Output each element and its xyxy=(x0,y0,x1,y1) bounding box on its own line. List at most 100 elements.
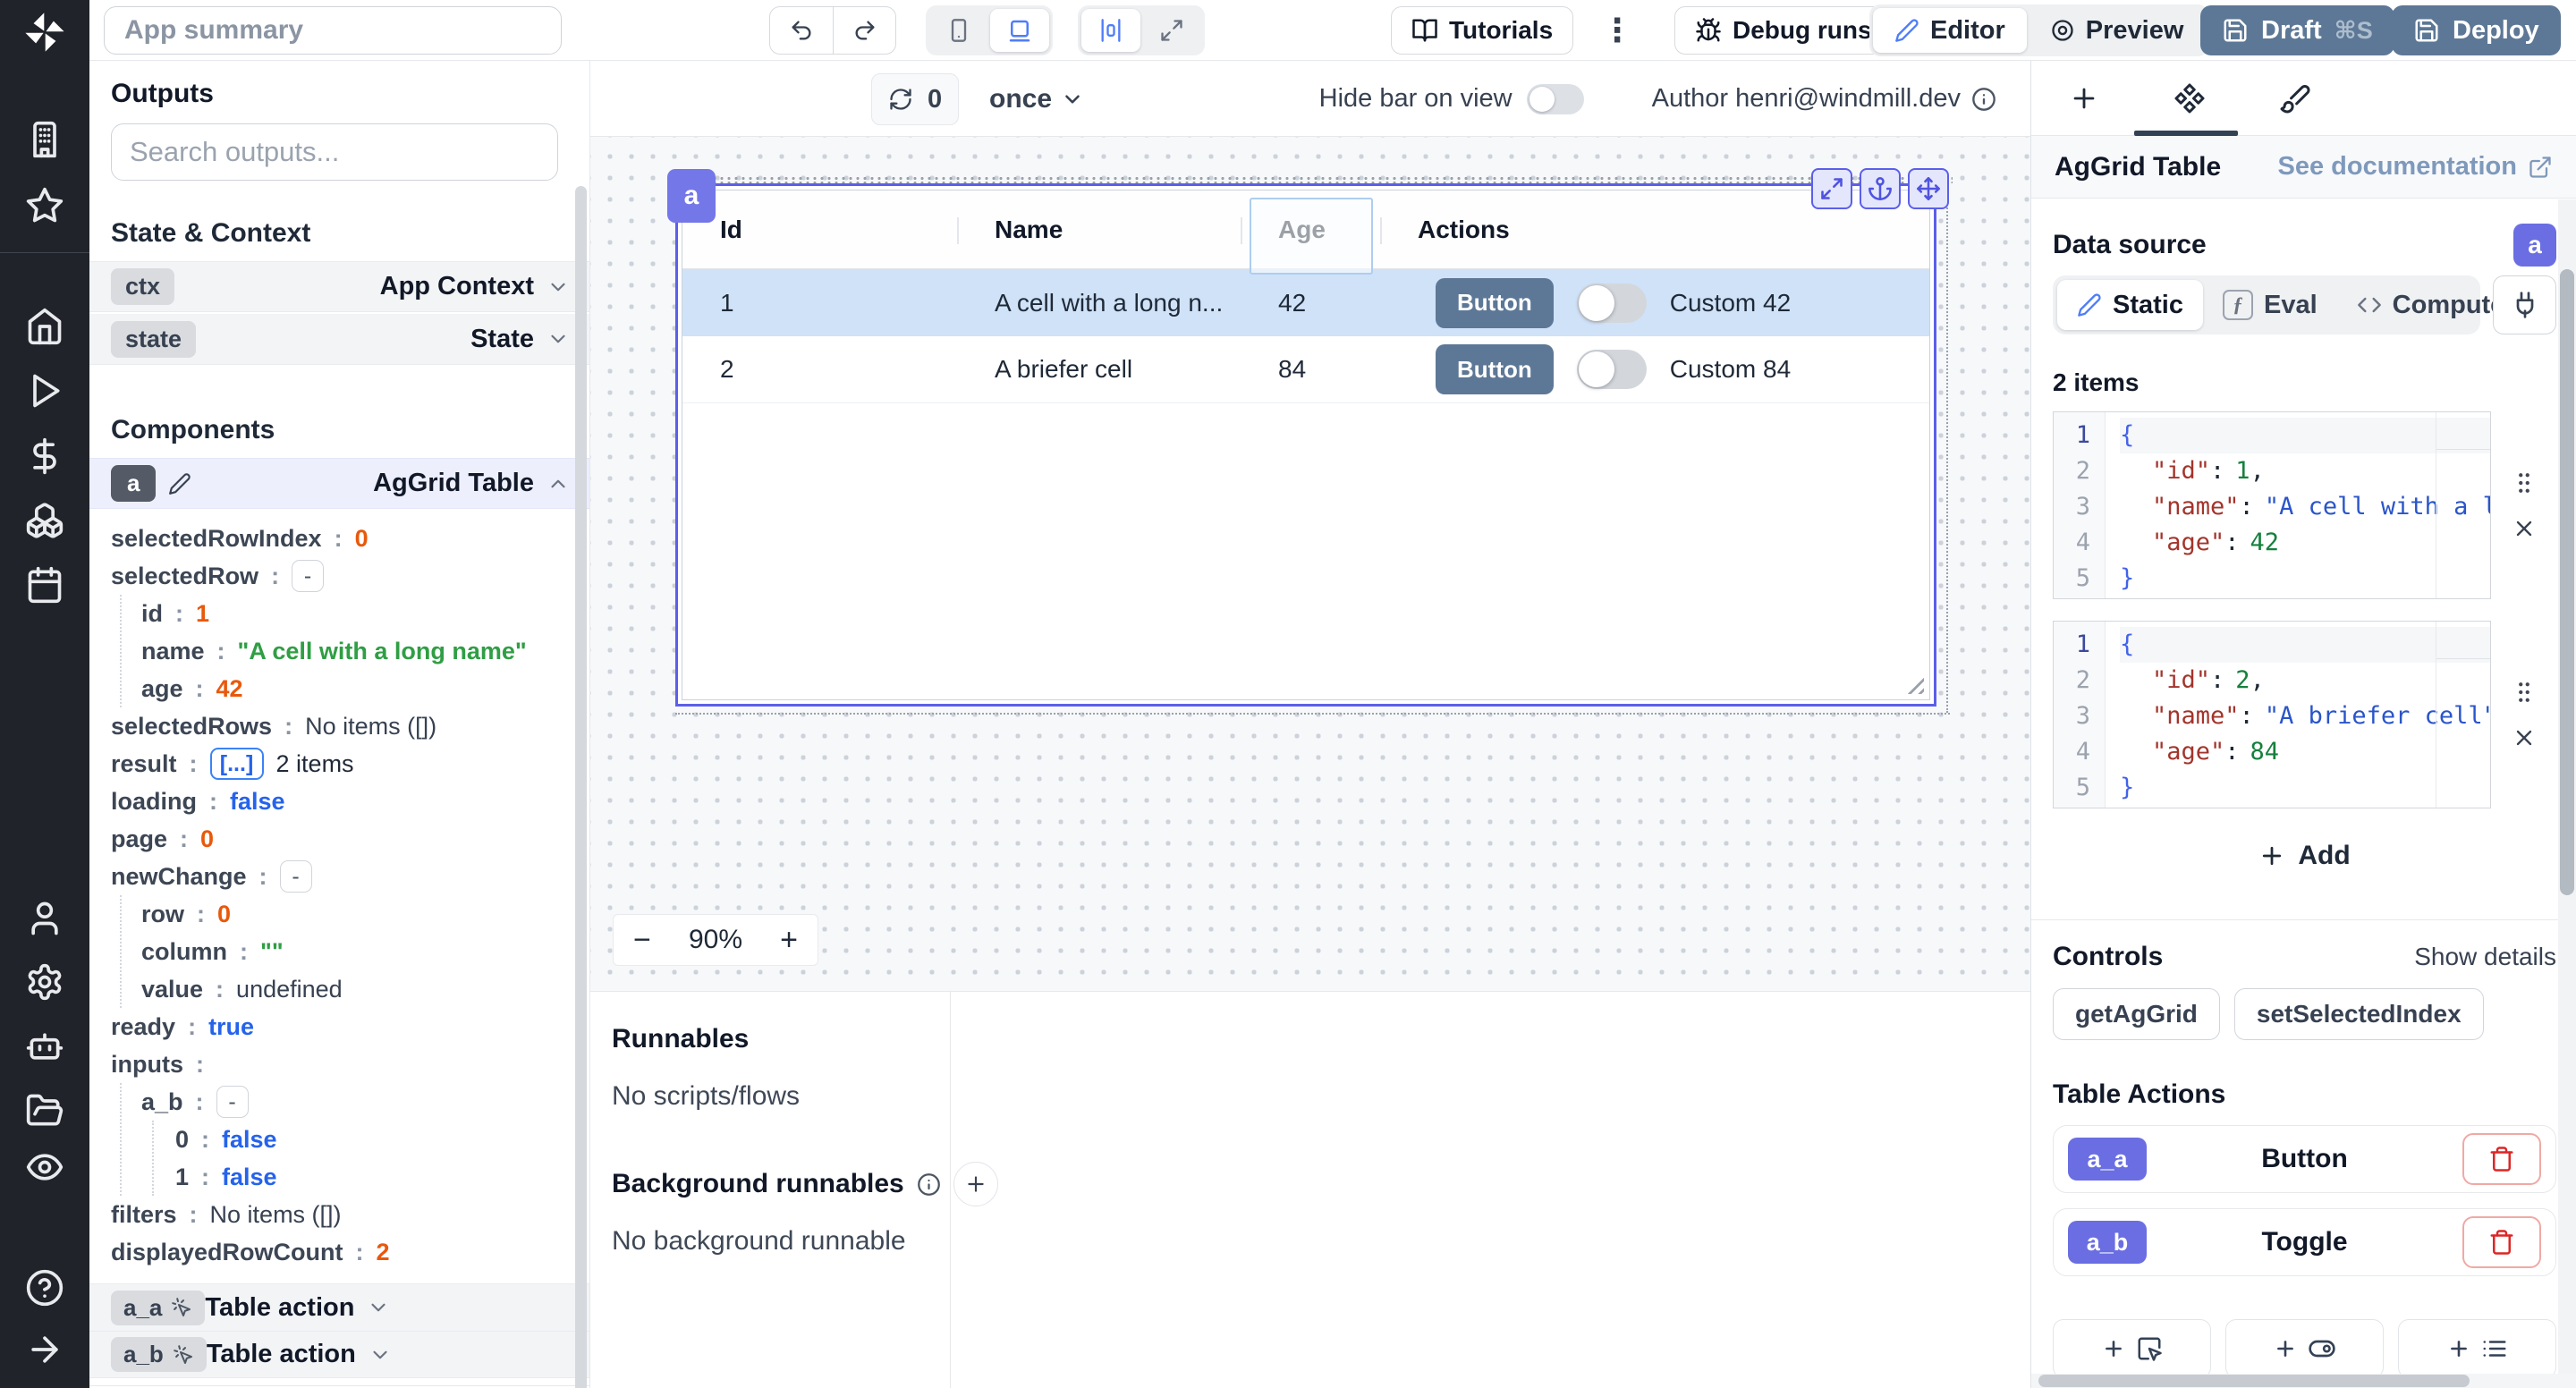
scrollbar-thumb[interactable] xyxy=(2560,269,2574,895)
audit-eye-icon[interactable] xyxy=(25,1147,64,1187)
prop-row[interactable]: newChange:- xyxy=(111,858,589,895)
mode-eval[interactable]: ƒ Eval xyxy=(2203,280,2337,330)
delete-action-button[interactable] xyxy=(2462,1216,2541,1268)
control-setselectedindex-button[interactable]: setSelectedIndex xyxy=(2234,988,2484,1040)
home-icon[interactable] xyxy=(25,307,64,346)
tab-component-settings[interactable] xyxy=(2137,61,2242,135)
zoom-out-button[interactable]: − xyxy=(633,925,651,955)
rename-pencil-icon[interactable] xyxy=(168,472,191,495)
prop-row[interactable]: selectedRows:No items ([]) xyxy=(111,707,589,745)
row-action-toggle[interactable] xyxy=(1577,284,1647,323)
table-row[interactable]: 2 A briefer cell 84 Button Custom 84 xyxy=(682,336,1929,403)
prop-row[interactable]: loading:false xyxy=(111,783,589,820)
json-editor-2[interactable]: 12345 { "id":2, "name":"A briefer cell",… xyxy=(2053,621,2491,808)
scrollbar-thumb[interactable] xyxy=(2038,1375,2470,1387)
add-button-action[interactable] xyxy=(2053,1319,2211,1378)
variables-dollar-icon[interactable] xyxy=(25,436,64,476)
prop-row[interactable]: page:0 xyxy=(111,820,589,858)
hide-bar-toggle[interactable] xyxy=(1527,84,1584,114)
prop-row[interactable]: selectedRowIndex:0 xyxy=(111,520,589,557)
column-header-id[interactable]: Id xyxy=(682,190,957,268)
prop-row[interactable]: value:undefined xyxy=(141,970,589,1008)
inspector-vertical-scrollbar[interactable] xyxy=(2558,199,2576,1374)
mode-static[interactable]: Static xyxy=(2057,280,2203,330)
prop-row[interactable]: id:1 xyxy=(141,595,589,632)
mobile-view-button[interactable] xyxy=(929,9,988,52)
tab-styling[interactable] xyxy=(2242,61,2348,135)
zoom-in-button[interactable]: + xyxy=(780,925,798,955)
prop-row[interactable]: inputs: xyxy=(111,1045,589,1083)
editor-content[interactable]: { "id":1, "name":"A cell with a long "ag… xyxy=(2106,412,2490,598)
json-editor-1[interactable]: 12345 { "id":1, "name":"A cell with a lo… xyxy=(2053,411,2491,599)
redo-button[interactable] xyxy=(833,7,895,54)
prop-row[interactable]: age:42 xyxy=(141,670,589,707)
remove-item-x-icon[interactable] xyxy=(2512,725,2537,750)
resources-boxes-icon[interactable] xyxy=(25,501,64,540)
workers-robot-icon[interactable] xyxy=(25,1027,64,1066)
collapse-box[interactable]: - xyxy=(292,560,324,592)
show-details-link[interactable]: Show details xyxy=(2414,943,2556,971)
info-icon[interactable] xyxy=(1971,87,1996,112)
row-action-toggle[interactable] xyxy=(1577,350,1647,389)
outputs-scrollbar[interactable] xyxy=(575,186,587,1388)
add-background-runnable-button[interactable] xyxy=(953,1162,998,1206)
workspace-icon[interactable] xyxy=(25,120,64,159)
app-summary-input[interactable] xyxy=(104,6,562,55)
user-icon[interactable] xyxy=(25,899,64,938)
remove-item-x-icon[interactable] xyxy=(2512,516,2537,541)
component-move-button[interactable] xyxy=(1908,168,1949,209)
drag-handle-icon[interactable] xyxy=(2511,679,2538,706)
column-header-name[interactable]: Name xyxy=(957,190,1241,268)
table-action-card-a_a[interactable]: a_a Button xyxy=(2053,1125,2556,1193)
delete-action-button[interactable] xyxy=(2462,1133,2541,1185)
runs-play-icon[interactable] xyxy=(25,371,64,410)
prop-row[interactable]: result:[...]2 items xyxy=(111,745,589,783)
app-canvas[interactable]: a Id Name Age Actions 1 A cell with a lo… xyxy=(590,137,2030,991)
row-action-button[interactable]: Button xyxy=(1436,344,1554,394)
table-row-selected[interactable]: 1 A cell with a long n... 42 Button Cust… xyxy=(682,269,1929,336)
expand-array-box[interactable]: [...] xyxy=(210,748,264,780)
refresh-count-button[interactable]: 0 xyxy=(871,73,959,125)
table-action-row-a_a[interactable]: a_a Table action xyxy=(89,1283,589,1331)
add-select-action[interactable] xyxy=(2398,1319,2556,1378)
deploy-button[interactable]: Deploy xyxy=(2392,5,2561,55)
prop-row[interactable]: a_b:- xyxy=(141,1083,589,1121)
schedules-calendar-icon[interactable] xyxy=(25,565,64,605)
search-outputs-input[interactable] xyxy=(111,123,558,181)
more-menu-kebab-icon[interactable]: ⋮ xyxy=(1594,7,1640,54)
draft-save-button[interactable]: Draft ⌘S xyxy=(2200,5,2394,55)
drag-handle-icon[interactable] xyxy=(2511,470,2538,496)
schedule-dropdown[interactable]: once xyxy=(989,61,1084,137)
state-row[interactable]: state State xyxy=(89,314,589,365)
prop-row[interactable]: 1:false xyxy=(175,1158,589,1196)
aggrid-component[interactable]: Id Name Age Actions 1 A cell with a long… xyxy=(675,183,1936,707)
control-getaggrid-button[interactable]: getAgGrid xyxy=(2053,988,2220,1040)
undo-button[interactable] xyxy=(770,7,833,54)
center-content-button[interactable] xyxy=(1081,9,1140,52)
collapse-box[interactable]: - xyxy=(280,860,312,893)
prop-row[interactable]: row:0 xyxy=(141,895,589,933)
prop-row[interactable]: 0:false xyxy=(175,1121,589,1158)
full-width-button[interactable] xyxy=(1142,9,1201,52)
editor-content[interactable]: { "id":2, "name":"A briefer cell", "age"… xyxy=(2106,622,2490,808)
desktop-view-button[interactable] xyxy=(990,9,1049,52)
editor-tab[interactable]: Editor xyxy=(1873,8,2027,53)
table-action-card-a_b[interactable]: a_b Toggle xyxy=(2053,1208,2556,1276)
connect-plug-button[interactable] xyxy=(2493,275,2556,334)
see-documentation-link[interactable]: See documentation xyxy=(2278,152,2554,182)
component-id-tag[interactable]: a xyxy=(667,169,716,223)
component-anchor-button[interactable] xyxy=(1860,168,1901,209)
help-icon[interactable] xyxy=(25,1268,64,1308)
prop-row[interactable]: column:"" xyxy=(141,933,589,970)
folders-icon[interactable] xyxy=(25,1091,64,1130)
add-item-button[interactable]: Add xyxy=(2239,832,2369,880)
prop-row[interactable]: ready:true xyxy=(111,1008,589,1045)
prop-row[interactable]: filters:No items ([]) xyxy=(111,1196,589,1233)
settings-gear-icon[interactable] xyxy=(25,962,64,1002)
prop-row[interactable]: selectedRow:- xyxy=(111,557,589,595)
component-drag-strip[interactable] xyxy=(675,176,1953,183)
favorites-star-icon[interactable] xyxy=(25,186,64,225)
prop-row[interactable]: name:"A cell with a long name" xyxy=(141,632,589,670)
prop-row[interactable]: displayedRowCount:2 xyxy=(111,1233,589,1271)
preview-tab[interactable]: Preview xyxy=(2029,8,2206,53)
